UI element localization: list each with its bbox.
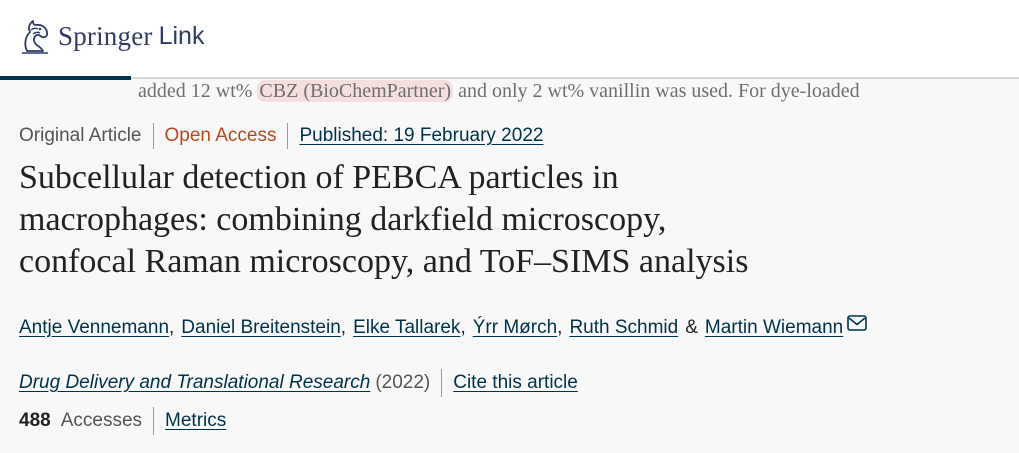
snippet-highlight: CBZ (BioChemPartner) <box>257 80 454 102</box>
journal-year: (2022) <box>375 372 431 393</box>
journal-info: Drug Delivery and Translational Research… <box>19 369 578 397</box>
divider <box>441 369 443 397</box>
snippet-text-after: and only 2 wt% vanillin was used. For dy… <box>453 80 860 102</box>
article-title: Subcellular detection of PEBCA particles… <box>19 157 979 283</box>
accesses-count: 488 <box>19 410 51 431</box>
author-joiner: & <box>685 317 698 338</box>
author-separator: , <box>460 317 466 338</box>
springer-horse-icon <box>22 20 49 54</box>
author-link[interactable]: Ruth Schmid <box>569 317 678 339</box>
title-line: Subcellular detection of PEBCA particles… <box>19 159 619 196</box>
divider <box>287 123 289 149</box>
open-access-badge: Open Access <box>164 125 277 146</box>
published-date-link[interactable]: Published: 19 February 2022 <box>299 125 543 147</box>
author-separator: , <box>340 317 347 338</box>
author-list: Antje Vennemann, Daniel Breitenstein, El… <box>19 315 1009 339</box>
author-separator: , <box>169 317 175 338</box>
article-stats: 488 Accesses Metrics <box>19 407 226 435</box>
accesses-label: Accesses <box>60 410 143 431</box>
author-link[interactable]: Daniel Breitenstein <box>181 317 340 339</box>
search-snippet: added 12 wt% CBZ (BioChemPartner) and on… <box>138 80 1019 106</box>
site-header: Springer Link <box>0 0 1019 77</box>
springer-link-logo[interactable]: Springer Link <box>18 16 204 56</box>
metrics-link[interactable]: Metrics <box>165 410 226 432</box>
article-meta: Original Article Open Access Published: … <box>19 123 543 149</box>
title-line: confocal Raman microscopy, and ToF–SIMS … <box>19 243 749 280</box>
mail-icon[interactable] <box>847 315 868 331</box>
title-line: macrophages: combining darkfield microsc… <box>19 201 667 238</box>
article-type: Original Article <box>19 125 142 146</box>
divider <box>152 123 154 149</box>
cite-article-link[interactable]: Cite this article <box>453 372 578 394</box>
author-link[interactable]: Ýrr Mørch <box>473 317 557 339</box>
journal-link[interactable]: Drug Delivery and Translational Research <box>19 372 370 394</box>
snippet-text-before: added 12 wt% <box>138 80 258 102</box>
header-divider <box>131 77 1019 79</box>
divider <box>153 407 155 435</box>
header-accent-rule <box>0 76 131 80</box>
author-separator: , <box>557 317 563 338</box>
logo-sub-text: Link <box>158 21 205 50</box>
author-link[interactable]: Martin Wiemann <box>705 317 843 339</box>
logo-brand-text: Springer <box>58 20 153 51</box>
author-link[interactable]: Elke Tallarek <box>353 317 460 339</box>
author-link[interactable]: Antje Vennemann <box>19 317 169 339</box>
